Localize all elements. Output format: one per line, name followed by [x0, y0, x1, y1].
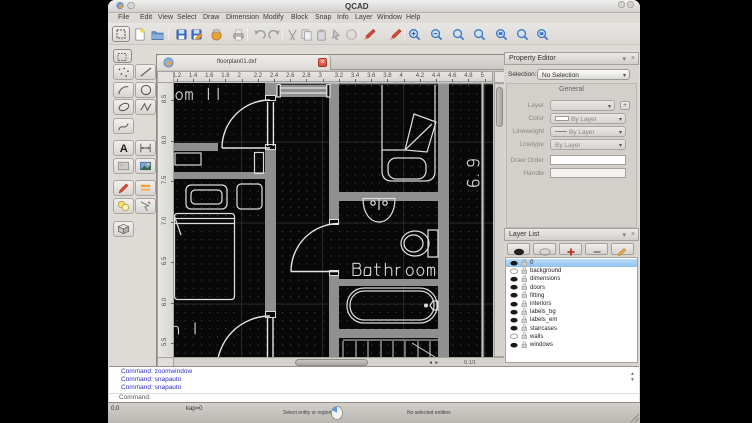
svg-text:A: A [120, 143, 128, 155]
